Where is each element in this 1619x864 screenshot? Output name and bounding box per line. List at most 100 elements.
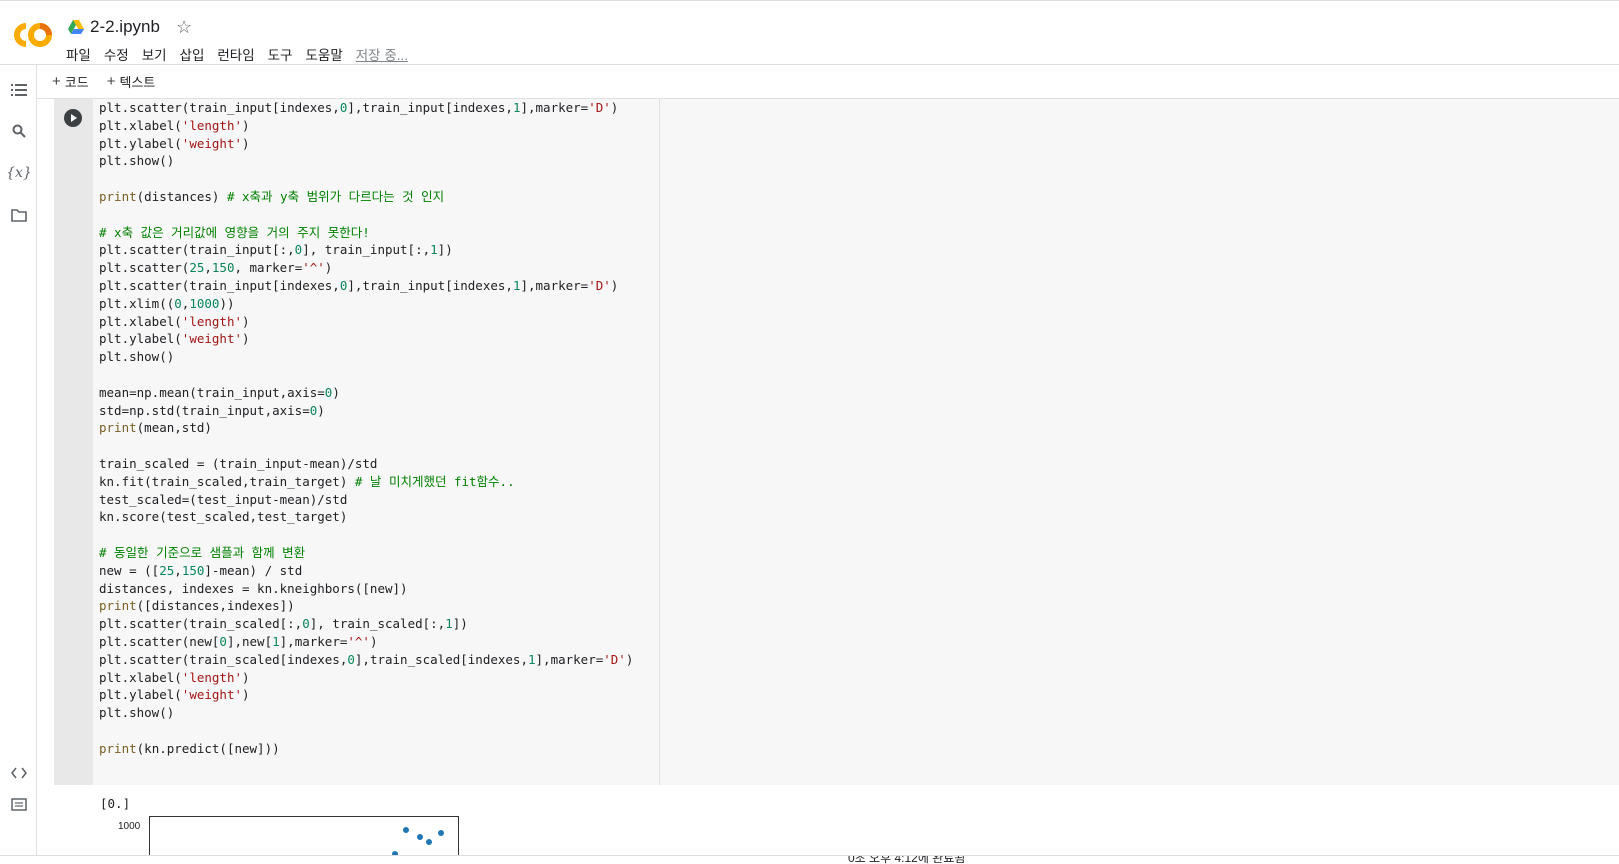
status-text: 0초 오후 4:12에 완료됨 [848,855,966,864]
run-cell-button[interactable] [64,109,82,127]
code-line[interactable]: kn.fit(train_scaled,train_target) # 날 미치… [99,473,633,491]
google-drive-icon[interactable] [68,20,84,34]
code-token: plt.show() [99,705,175,721]
code-line[interactable] [99,437,633,455]
code-token: 'weight' [181,687,243,703]
code-token: ], train_input[:, [302,242,431,258]
code-line[interactable]: plt.show() [99,348,633,366]
code-line[interactable]: plt.xlabel('length') [99,669,633,687]
code-line[interactable]: print(mean,std) [99,419,633,437]
code-token: plt.scatter(train_input[indexes, [99,277,340,293]
menu-runtime[interactable]: 런타임 [217,44,254,64]
plus-icon: + [106,72,116,90]
add-text-label: 텍스트 [119,74,156,90]
code-line[interactable]: print(kn.predict([new])) [99,740,633,758]
header: 2-2.ipynb ☆ 파일 수정 보기 삽입 런타임 도구 도움말 저장 중.… [0,4,1619,64]
code-token: , [204,260,212,276]
code-token: plt.xlabel( [99,117,182,133]
code-line[interactable]: plt.scatter(25,150, marker='^') [99,259,633,277]
code-line[interactable]: # 동일한 기준으로 샘플과 함께 변환 [99,544,633,562]
code-line[interactable]: plt.scatter(train_scaled[:,0], train_sca… [99,615,633,633]
header-divider [0,64,1619,65]
cell-toolbar: + 코드 + 텍스트 [52,66,173,96]
code-line[interactable]: kn.score(test_scaled,test_target) [99,508,633,526]
code-line[interactable]: plt.scatter(train_scaled[indexes,0],trai… [99,651,633,669]
notebook-title[interactable]: 2-2.ipynb [90,17,160,37]
terminal-icon[interactable] [9,794,29,814]
code-line[interactable] [99,526,633,544]
code-token: plt.scatter( [99,260,190,276]
code-token: 'length' [181,313,243,329]
code-line[interactable]: plt.scatter(new[0],new[1],marker='^') [99,633,633,651]
code-line[interactable]: plt.scatter(train_input[:,0], train_inpu… [99,241,633,259]
code-line[interactable]: print(distances) # x축과 y축 범위가 다르다는 것 인지 [99,188,633,206]
code-line[interactable]: distances, indexes = kn.kneighbors([new]… [99,580,633,598]
menu-insert[interactable]: 삽입 [180,44,205,64]
code-line[interactable]: plt.show() [99,152,633,170]
code-line[interactable]: test_scaled=(test_input-mean)/std [99,491,633,509]
code-token: , [174,562,182,578]
folder-icon[interactable] [9,205,29,225]
code-token: 'weight' [181,331,243,347]
code-token: plt.scatter(train_scaled[:, [99,616,303,632]
code-line[interactable]: train_scaled = (train_input-mean)/std [99,455,633,473]
code-line[interactable]: plt.xlabel('length') [99,117,633,135]
code-line[interactable]: plt.ylabel('weight') [99,330,633,348]
code-line[interactable]: print([distances,indexes]) [99,597,633,615]
code-line[interactable] [99,206,633,224]
toc-icon[interactable] [9,80,29,100]
code-line[interactable]: mean=np.mean(train_input,axis=0) [99,384,633,402]
code-line[interactable]: plt.scatter(train_input[indexes,0],train… [99,277,633,295]
menu-tools[interactable]: 도구 [268,44,293,64]
code-token: print [99,188,137,204]
menu-help[interactable]: 도움말 [305,44,342,64]
code-token: '^' [302,260,325,276]
code-editor[interactable]: plt.scatter(train_input[indexes,0],train… [99,99,633,757]
code-token: mean=np.mean(train_input,axis= [99,384,325,400]
add-code-button[interactable]: + 코드 [52,72,89,91]
code-line[interactable] [99,366,633,384]
code-line[interactable]: plt.ylabel('weight') [99,686,633,704]
code-token: ) [369,633,378,649]
code-line[interactable]: std=np.std(train_input,axis=0) [99,402,633,420]
code-token: 'D' [603,651,626,667]
code-token: plt.xlabel( [99,669,182,685]
code-token: )) [219,295,235,311]
code-token: ) [610,277,619,293]
save-status[interactable]: 저장 중... [356,44,408,64]
star-icon[interactable]: ☆ [176,17,192,38]
code-token: ],new[ [226,633,273,649]
cell-gutter [54,99,93,785]
code-token: # x축과 y축 범위가 다르다는 것 인지 [226,188,445,204]
code-token: ],marker= [535,651,604,667]
code-token: (kn.predict([new])) [136,740,280,756]
code-line[interactable] [99,170,633,188]
search-icon[interactable] [9,121,29,141]
code-line[interactable]: plt.xlim((0,1000)) [99,295,633,313]
code-token: ) [610,100,619,115]
code-line[interactable]: plt.ylabel('weight') [99,135,633,153]
code-line[interactable]: plt.scatter(train_input[indexes,0],train… [99,99,633,117]
code-token: train_scaled = (train_input-mean)/std [99,455,378,471]
code-token: print [99,420,137,436]
code-token: plt.xlim(( [99,295,175,311]
menu-file[interactable]: 파일 [66,44,91,64]
code-token: ) [242,669,250,685]
code-token: 0 [347,651,355,667]
code-line[interactable] [99,722,633,740]
code-token: 150 [211,260,235,276]
code-token: ([distances,indexes]) [136,598,295,614]
code-token: kn.score(test_scaled,test_target) [99,509,348,525]
variables-icon[interactable]: {x} [6,163,32,183]
code-snippets-icon[interactable] [9,763,29,783]
code-line[interactable]: # x축 값은 거리값에 영향을 거의 주지 못한다! [99,224,633,242]
code-token: std=np.std(train_input,axis= [99,402,310,418]
editor-ruler [659,99,660,785]
code-line[interactable]: plt.show() [99,704,633,722]
menu-edit[interactable]: 수정 [104,44,129,64]
menu-view[interactable]: 보기 [142,44,167,64]
add-text-button[interactable]: + 텍스트 [107,72,156,91]
code-line[interactable]: plt.xlabel('length') [99,313,633,331]
code-line[interactable]: new = ([25,150]-mean) / std [99,562,633,580]
colab-logo[interactable] [12,18,54,52]
